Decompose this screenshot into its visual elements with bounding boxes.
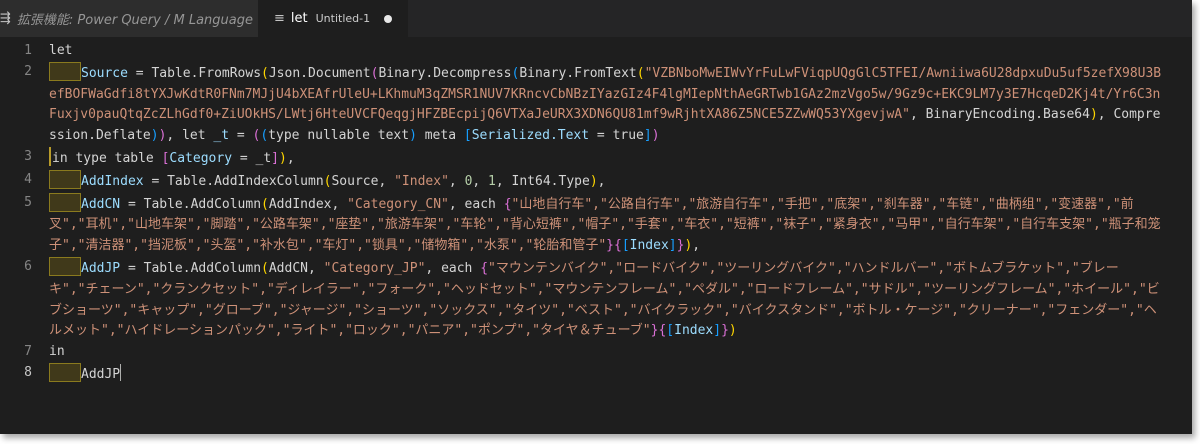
indent-guide (49, 61, 81, 81)
identifier: AddIndex (268, 196, 332, 212)
keyword: each (464, 196, 496, 212)
string-literal: "Category_CN" (347, 196, 449, 212)
identifier: Serialized.Text (471, 128, 590, 144)
keyword: each (441, 260, 473, 276)
identifier: _t (255, 150, 272, 166)
line-number: 2 (24, 63, 32, 79)
line-content: AddIndex = Table.AddIndexColumn(Source, … (49, 169, 1192, 193)
function-name: Json.Document (268, 65, 371, 81)
indent-guide (49, 256, 81, 276)
keyword-let: let (49, 43, 73, 58)
line-content: AddCN = Table.AddColumn(AddIndex, "Categ… (49, 192, 1192, 257)
indent-guide (49, 362, 81, 382)
keyword: type (268, 128, 300, 144)
keyword: meta (424, 128, 457, 144)
line-number: 8 (24, 364, 32, 380)
line-number: 5 (24, 194, 32, 210)
identifier: BinaryEncoding.Base64 (925, 107, 1090, 123)
string-literal: "Index" (394, 173, 449, 189)
identifier: Index (674, 323, 714, 339)
tab-bar: ⇶ 拡張機能: Power Query / M Language ≡ let U… (0, 0, 1192, 37)
line-number: 4 (24, 171, 32, 187)
keyword: let (182, 128, 206, 144)
identifier: _t (213, 128, 230, 144)
keyword-in: in (49, 344, 65, 360)
string-literal: "Category_JP" (323, 260, 426, 276)
code-line-1: 1 let (0, 41, 1192, 62)
line-content: in type table [Category = _t]), (49, 146, 1192, 170)
code-line-3: 3 in type table [Category = _t]), (0, 146, 1192, 170)
identifier: AddJP (81, 260, 121, 276)
preview-icon: ⇶ (0, 11, 11, 26)
line-number: 1 (24, 43, 32, 58)
tab-untitled-1[interactable]: ≡ let Untitled-1 (258, 0, 409, 37)
type-name: Int64.Type (511, 173, 590, 189)
identifier: Source (81, 65, 128, 81)
tab-label: 拡張機能: Power Query / M Language (16, 13, 253, 28)
code-line-6: 6 AddJP = Table.AddColumn(AddCN, "Catego… (0, 256, 1192, 342)
tab-description: Untitled-1 (315, 12, 371, 25)
line-content: let (49, 41, 1192, 62)
indent-guide (49, 169, 81, 189)
text-cursor (120, 363, 122, 381)
indent-guide (49, 192, 81, 212)
identifier: Index (629, 238, 669, 254)
editor-window: ⇶ 拡張機能: Power Query / M Language ≡ let U… (0, 0, 1192, 434)
text-lines-icon: ≡ (274, 11, 285, 26)
function-name: Table.FromRows (151, 65, 262, 81)
code-line-5: 5 AddCN = Table.AddColumn(AddIndex, "Cat… (0, 192, 1192, 257)
identifier: Source (331, 173, 379, 189)
function-name: Table.AddColumn (143, 196, 262, 212)
function-name: Table.AddIndexColumn (167, 173, 324, 189)
keyword: true (612, 128, 644, 144)
code-editor[interactable]: 1 let 2 Source = Table.FromRows(Json.Doc… (0, 37, 1192, 386)
unsaved-dot-icon[interactable] (384, 14, 393, 23)
line-content: Source = Table.FromRows(Json.Document(Bi… (49, 61, 1192, 147)
function-name: Binary.Decompress (378, 65, 512, 81)
line-content: in (49, 342, 1192, 363)
line-content: AddJP = Table.AddColumn(AddCN, "Category… (49, 256, 1192, 342)
type-name: nullable text (307, 128, 410, 144)
code-line-4: 4 AddIndex = Table.AddIndexColumn(Source… (0, 169, 1192, 193)
number-literal: 0 (464, 173, 473, 189)
line-content: AddJP (49, 362, 1192, 386)
line-number: 6 (24, 258, 32, 274)
code-line-2: 2 Source = Table.FromRows(Json.Document(… (0, 61, 1192, 147)
function-name: Binary.FromText (519, 65, 637, 81)
identifier: AddIndex (81, 173, 144, 189)
identifier: AddCN (268, 260, 308, 276)
code-line-8: 8 AddJP (0, 362, 1192, 386)
number-literal: 1 (488, 173, 496, 189)
identifier: Category (169, 150, 233, 166)
identifier: AddCN (81, 196, 121, 212)
keyword: in type table (52, 150, 154, 166)
line-number: 7 (24, 344, 32, 360)
tab-power-query-extension[interactable]: ⇶ 拡張機能: Power Query / M Language (0, 0, 258, 37)
identifier: AddJP (81, 366, 121, 382)
code-line-7: 7 in (0, 342, 1192, 363)
line-number: 3 (24, 148, 32, 164)
function-name: Table.AddColumn (143, 260, 262, 276)
tab-name: let (290, 11, 308, 26)
